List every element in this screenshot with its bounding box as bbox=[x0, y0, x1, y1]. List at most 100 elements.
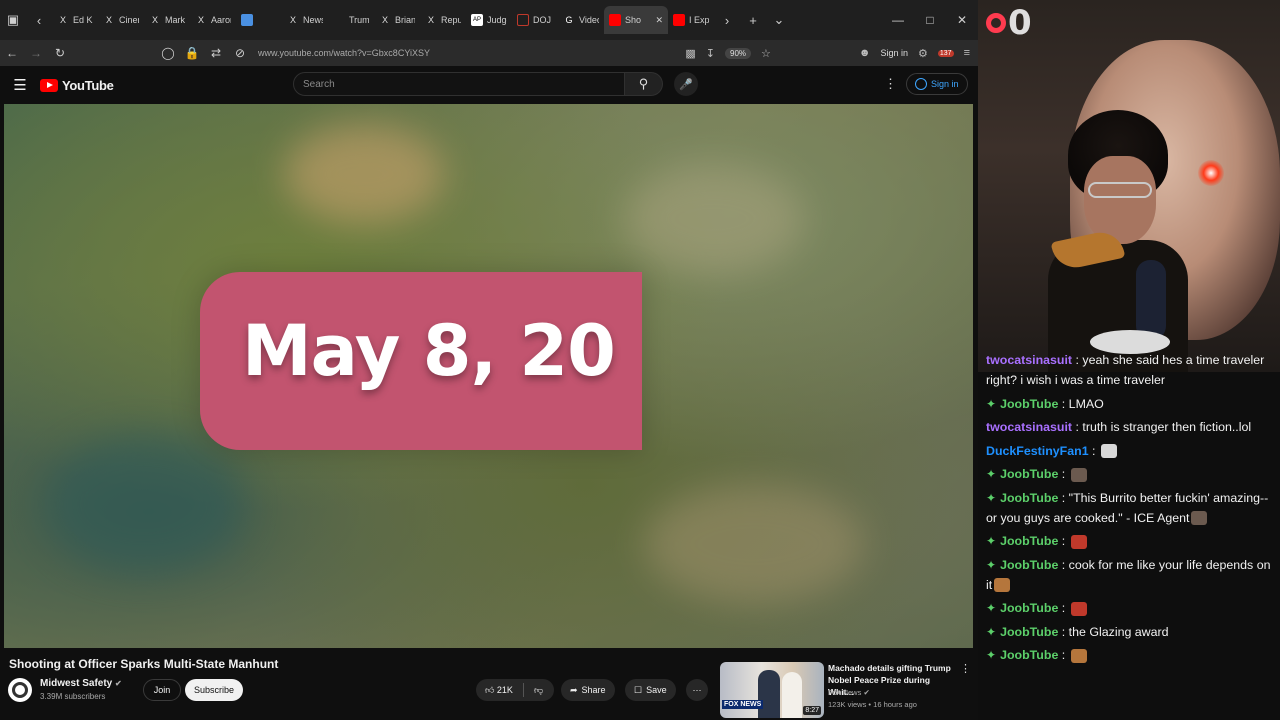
chat-username[interactable]: JoobTube bbox=[1000, 467, 1058, 481]
tab-list-icon[interactable]: ⌄ bbox=[766, 7, 792, 33]
x-icon: X bbox=[197, 15, 204, 25]
settings-kebab-icon[interactable]: ⋮ bbox=[884, 76, 897, 92]
chat-message: ✦ JoobTube : cook for me like your life d… bbox=[986, 555, 1274, 595]
search-box: Search ⚲ bbox=[293, 72, 663, 96]
bookmark-star-icon[interactable]: ☆ bbox=[761, 47, 771, 60]
tab-scroll-right-icon[interactable]: › bbox=[714, 7, 740, 33]
minimize-icon[interactable]: — bbox=[882, 13, 914, 27]
chat-username[interactable]: DuckFestinyFan1 bbox=[986, 444, 1089, 458]
counter-ring-icon bbox=[986, 13, 1006, 33]
download-icon[interactable]: ↧ bbox=[706, 47, 715, 60]
browser-tab[interactable]: X News bbox=[282, 6, 328, 34]
browser-tab-label: Trump bbox=[349, 15, 369, 25]
url-field[interactable]: www.youtube.com/watch?v=Gbxc8CYiXSY bbox=[258, 48, 430, 58]
voice-search-button[interactable]: 🎤 bbox=[674, 72, 698, 96]
browser-window: ▣ ‹ X Ed Kr X Cinem X Mark X Aaron X News Trump X Br… bbox=[0, 0, 978, 720]
like-button[interactable]: 👍︎ 21K bbox=[485, 685, 513, 696]
more-actions-button[interactable]: ⋯ bbox=[686, 679, 708, 701]
browser-tab[interactable]: DOJ bbox=[512, 6, 558, 34]
chat-panel: twocatsinasuit : yeah she said hes a tim… bbox=[978, 350, 1280, 720]
browser-tab-label: Aaron bbox=[211, 15, 231, 25]
browser-tab[interactable]: I Exp bbox=[668, 6, 714, 34]
tab-actions-icon[interactable]: ▣ bbox=[0, 7, 26, 33]
recommended-channel[interactable]: Fox News ✔ bbox=[828, 688, 870, 697]
x-icon: X bbox=[289, 15, 296, 25]
save-button[interactable]: ☐ Save bbox=[625, 679, 676, 701]
forward-icon[interactable]: → bbox=[24, 46, 48, 60]
search-button[interactable]: ⚲ bbox=[625, 72, 663, 96]
browser-signin-label[interactable]: Sign in bbox=[880, 48, 908, 58]
maximize-icon[interactable]: □ bbox=[914, 13, 946, 27]
youtube-signin-button[interactable]: Sign in bbox=[906, 73, 968, 95]
browser-tab[interactable] bbox=[236, 6, 282, 34]
chat-username[interactable]: twocatsinasuit bbox=[986, 353, 1072, 367]
thumbs-down-icon: 👎︎ bbox=[533, 684, 544, 695]
glasses bbox=[1088, 182, 1152, 198]
stream-counter: 0 bbox=[986, 6, 1032, 40]
chat-separator: : bbox=[1058, 467, 1069, 481]
join-button[interactable]: Join bbox=[143, 679, 181, 701]
reload-icon[interactable]: ↻ bbox=[48, 46, 72, 60]
browser-tab[interactable]: X Repub bbox=[420, 6, 466, 34]
browser-tab-label: Judge bbox=[487, 15, 507, 25]
hamburger-menu-icon[interactable]: ☰ bbox=[0, 76, 40, 94]
extensions-icon[interactable]: ⚙ bbox=[918, 47, 928, 60]
share-button[interactable]: ➦ Share bbox=[561, 679, 615, 701]
browser-tab[interactable]: Sho ✕ bbox=[604, 6, 668, 34]
chat-message: ✦ JoobTube : bbox=[986, 464, 1274, 484]
devil-emote bbox=[1070, 601, 1087, 616]
browser-tab[interactable]: X Mark bbox=[144, 6, 190, 34]
chat-username[interactable]: JoobTube bbox=[1000, 648, 1058, 662]
browser-menu-icon[interactable]: ≡ bbox=[964, 47, 970, 59]
chat-username[interactable]: JoobTube bbox=[1000, 534, 1058, 548]
save-label: Save bbox=[646, 685, 667, 695]
subscribe-button[interactable]: Subscribe bbox=[185, 679, 243, 701]
tracking-off-icon[interactable]: ⊘ bbox=[228, 46, 252, 60]
recommended-more-icon[interactable]: ⋮ bbox=[960, 662, 971, 675]
youtube-logo[interactable]: YouTube bbox=[40, 78, 114, 93]
chat-username[interactable]: JoobTube bbox=[1000, 625, 1058, 639]
channel-name[interactable]: Midwest Safety ✔ bbox=[40, 678, 122, 689]
chat-username[interactable]: JoobTube bbox=[1000, 558, 1058, 572]
browser-tab[interactable]: AP Judge bbox=[466, 6, 512, 34]
microphone-icon: 🎤 bbox=[679, 78, 693, 91]
youtube-icon bbox=[673, 14, 685, 26]
video-player[interactable]: May 8, 20 bbox=[4, 104, 973, 648]
face-emote bbox=[1070, 467, 1087, 482]
browser-tab[interactable]: X Aaron bbox=[190, 6, 236, 34]
chat-username[interactable]: JoobTube bbox=[1000, 397, 1058, 411]
back-icon[interactable]: ← bbox=[0, 46, 24, 60]
browser-tab[interactable]: G Video bbox=[558, 6, 604, 34]
shield-icon[interactable]: ◯ bbox=[156, 46, 180, 60]
tab-scroll-left-icon[interactable]: ‹ bbox=[26, 7, 52, 33]
dislike-button[interactable]: 👎︎ bbox=[534, 685, 543, 696]
browser-tab[interactable]: X Ed Kr bbox=[52, 6, 98, 34]
chat-message: ✦ JoobTube : bbox=[986, 645, 1274, 665]
recommended-video[interactable]: FOX NEWS 8:27 Machado details gifting Tr… bbox=[720, 662, 975, 718]
close-tab-icon[interactable]: ✕ bbox=[655, 15, 663, 26]
video-blur-spot bbox=[284, 124, 444, 224]
browser-tab-label: Repub bbox=[441, 15, 461, 25]
zoom-level[interactable]: 90% bbox=[725, 47, 752, 59]
recommended-thumbnail[interactable]: FOX NEWS 8:27 bbox=[720, 662, 824, 718]
search-input[interactable]: Search bbox=[293, 72, 625, 96]
site-settings-icon[interactable]: ⇄ bbox=[204, 46, 228, 60]
new-tab-icon[interactable]: + bbox=[740, 7, 766, 33]
picture-in-picture-icon[interactable]: ▩ bbox=[685, 47, 695, 60]
chat-text: LMAO bbox=[1068, 396, 1104, 411]
extension-badge[interactable]: 137 bbox=[937, 49, 954, 57]
chat-separator: : bbox=[1058, 601, 1069, 615]
browser-tab[interactable]: X Cinem bbox=[98, 6, 144, 34]
close-window-icon[interactable]: ✕ bbox=[946, 13, 978, 27]
chat-username[interactable]: JoobTube bbox=[1000, 601, 1058, 615]
chat-username[interactable]: twocatsinasuit bbox=[986, 420, 1072, 434]
video-duration: 8:27 bbox=[803, 706, 821, 715]
browser-tab[interactable]: X Brian bbox=[374, 6, 420, 34]
chat-separator: : bbox=[1058, 396, 1069, 411]
fox-news-logo: FOX NEWS bbox=[722, 700, 764, 709]
channel-avatar[interactable] bbox=[8, 678, 32, 702]
browser-tab[interactable]: Trump bbox=[328, 6, 374, 34]
chat-username[interactable]: JoobTube bbox=[1000, 491, 1058, 505]
lock-icon[interactable]: 🔒 bbox=[180, 46, 204, 60]
account-icon[interactable]: ☻ bbox=[859, 47, 871, 59]
